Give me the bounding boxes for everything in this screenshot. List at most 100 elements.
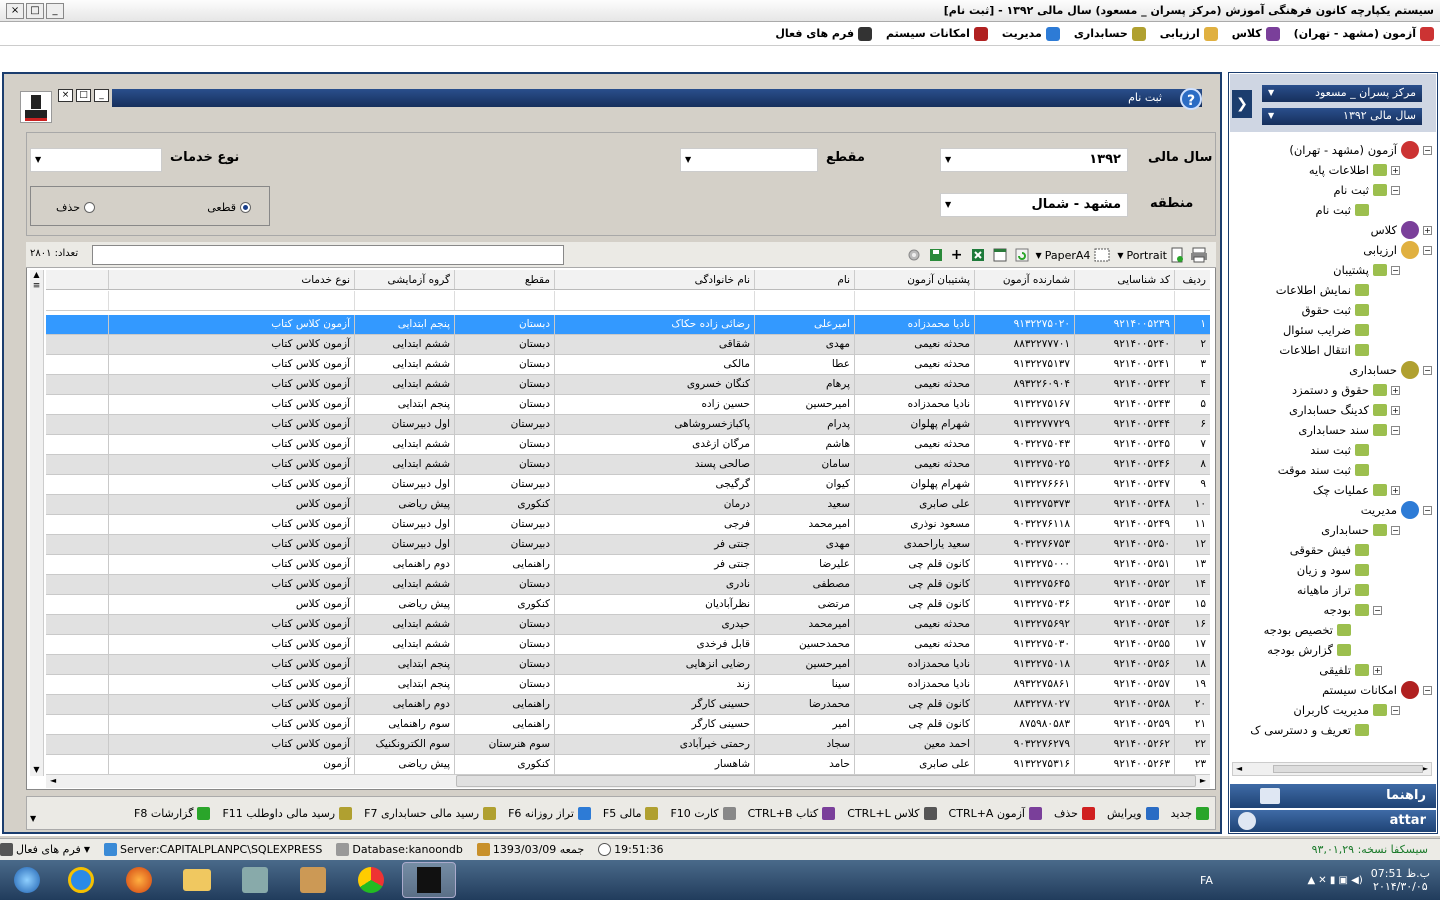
action-button-4[interactable]: کلاس CTRL+L bbox=[847, 806, 937, 820]
table-row[interactable]: ۹ ۹۲۱۴۰۰۵۲۴۷ ۹۱۳۲۲۷۶۶۶۱ شهرام پهلوان کیوان گر… bbox=[46, 475, 1210, 495]
tray-clock[interactable]: ب.ظ 07:51 ۲۰۱۴/۳۰/۰۵ bbox=[1371, 867, 1430, 893]
table-row[interactable]: ۸ ۹۲۱۴۰۰۵۲۴۶ ۹۱۳۲۲۷۵۰۲۵ محدثه نعیمی سامان صال… bbox=[46, 455, 1210, 475]
close-button[interactable]: × bbox=[6, 2, 24, 19]
column-header[interactable]: ردیف bbox=[1174, 270, 1210, 289]
action-button-10[interactable]: رسید مالی داوطلب F11 bbox=[222, 806, 353, 820]
service-select[interactable]: ▼ bbox=[30, 148, 162, 172]
table-row[interactable]: ۱۷ ۹۲۱۴۰۰۵۲۵۵ ۹۱۳۲۲۷۵۰۳۰ محدثه نعیمی محمدحسی… bbox=[46, 635, 1210, 655]
year-select[interactable]: ۱۳۹۲ ▼ bbox=[940, 148, 1128, 172]
menu-item-6[interactable]: فرم های فعال bbox=[775, 26, 873, 41]
active-forms-menu[interactable]: فرم های فعال ▼ bbox=[0, 843, 90, 856]
refresh-button[interactable] bbox=[1014, 244, 1030, 266]
column-filter-cell[interactable] bbox=[1074, 291, 1174, 310]
taskbar-explorer[interactable] bbox=[170, 862, 224, 898]
tree-node[interactable]: − حسابداری bbox=[1232, 520, 1432, 540]
tree-node[interactable]: ثبت حقوق bbox=[1232, 300, 1432, 320]
table-row[interactable]: ۷ ۹۲۱۴۰۰۵۲۴۵ ۹۰۳۲۲۷۵۰۴۳ محدثه نعیمی هاشم مرگا… bbox=[46, 435, 1210, 455]
column-header[interactable]: نام bbox=[754, 270, 854, 289]
tree-node[interactable]: + اطلاعات پایه bbox=[1232, 160, 1432, 180]
tree-node[interactable]: ثبت سند bbox=[1232, 440, 1432, 460]
collapse-panel-button[interactable]: ❯ bbox=[1232, 90, 1252, 118]
table-row[interactable]: ۱۳ ۹۲۱۴۰۰۵۲۵۱ ۹۱۳۲۲۷۵۰۰۰ کانون قلم چی علیرضا… bbox=[46, 555, 1210, 575]
grid-search-input[interactable] bbox=[92, 245, 564, 265]
menu-item-0[interactable]: آزمون (مشهد - تهران) bbox=[1294, 26, 1434, 41]
action-button-2[interactable]: حذف bbox=[1054, 806, 1095, 820]
table-row[interactable]: ۲۲ ۹۲۱۴۰۰۵۲۶۲ ۹۰۳۲۲۷۶۲۷۹ احمد معین سجاد رحمتی… bbox=[46, 735, 1210, 755]
action-button-7[interactable]: مالی F5 bbox=[603, 806, 659, 820]
add-row-button[interactable]: + bbox=[950, 244, 964, 266]
action-bar-scroll-icon[interactable]: ▼ bbox=[30, 814, 36, 823]
tree-node[interactable]: ثبت سند موقت bbox=[1232, 460, 1432, 480]
action-button-6[interactable]: کارت F10 bbox=[670, 806, 736, 820]
collapse-icon[interactable]: − bbox=[1423, 505, 1432, 515]
action-button-3[interactable]: آزمون CTRL+A bbox=[949, 806, 1042, 820]
column-filter-cell[interactable] bbox=[974, 291, 1074, 310]
column-filter-cell[interactable] bbox=[354, 291, 454, 310]
layout-button[interactable] bbox=[992, 244, 1008, 266]
tree-node[interactable]: − سند حسابداری bbox=[1232, 420, 1432, 440]
table-row[interactable]: ۱ ۹۲۱۴۰۰۵۲۳۹ ۹۱۳۲۲۷۵۰۲۰ نادیا محمدزاده امیرع… bbox=[46, 315, 1210, 335]
column-header[interactable]: گروه آزمایشی bbox=[354, 270, 454, 289]
tree-node[interactable]: فیش حقوقی bbox=[1232, 540, 1432, 560]
collapse-icon[interactable]: − bbox=[1391, 185, 1400, 195]
minimize-button[interactable]: _ bbox=[46, 2, 64, 19]
tree-node[interactable]: سود و زیان bbox=[1232, 560, 1432, 580]
action-button-11[interactable]: گزارشات F8 bbox=[134, 806, 211, 820]
taskbar-chrome[interactable] bbox=[344, 862, 398, 898]
help-section-button[interactable]: راهنما bbox=[1230, 784, 1436, 808]
tree-node[interactable]: ضرایب سئوال bbox=[1232, 320, 1432, 340]
action-button-1[interactable]: ویرایش bbox=[1107, 806, 1159, 820]
tree-node[interactable]: انتقال اطلاعات bbox=[1232, 340, 1432, 360]
action-button-5[interactable]: کتاب CTRL+B bbox=[748, 806, 836, 820]
expand-icon[interactable]: + bbox=[1391, 385, 1400, 395]
vertical-scrollbar[interactable]: ▲ ≡ ▼ bbox=[30, 270, 44, 776]
taskbar-kanoon-active[interactable] bbox=[402, 862, 456, 898]
tree-node[interactable]: + تلفیقی bbox=[1232, 660, 1432, 680]
menu-item-3[interactable]: حسابداری bbox=[1074, 26, 1146, 41]
tree-node[interactable]: نمایش اطلاعات bbox=[1232, 280, 1432, 300]
radio-final[interactable]: قطعی bbox=[207, 201, 251, 214]
table-row[interactable]: ۴ ۹۲۱۴۰۰۵۲۴۲ ۸۹۳۲۲۶۰۹۰۴ محدثه نعیمی پرهام کنگ… bbox=[46, 375, 1210, 395]
tree-node[interactable]: ثبت نام bbox=[1232, 200, 1432, 220]
tree-node[interactable]: − آزمون (مشهد - تهران) bbox=[1232, 140, 1432, 160]
horizontal-scroll-thumb[interactable] bbox=[456, 775, 1196, 787]
action-button-0[interactable]: جدید bbox=[1171, 806, 1209, 820]
expand-icon[interactable]: + bbox=[1391, 165, 1400, 175]
tree-node[interactable]: − مدیریت bbox=[1232, 500, 1432, 520]
column-header[interactable]: نوع خدمات bbox=[108, 270, 354, 289]
menu-item-2[interactable]: ارزیابی bbox=[1160, 26, 1218, 41]
settings-button[interactable] bbox=[906, 244, 922, 266]
center-select[interactable]: مرکز پسران _ مسعود ▼ bbox=[1262, 85, 1422, 102]
tree-node[interactable]: تخصیص بودجه bbox=[1232, 620, 1432, 640]
tray-icons[interactable]: ▲ ✕ ▮ ▣ ◀) bbox=[1307, 875, 1362, 886]
column-filter-cell[interactable] bbox=[854, 291, 974, 310]
column-filter-cell[interactable] bbox=[554, 291, 754, 310]
expand-icon[interactable]: + bbox=[1373, 665, 1382, 675]
column-filter-cell[interactable] bbox=[108, 291, 354, 310]
tree-node[interactable]: تعریف و دسترسی ک bbox=[1232, 720, 1432, 740]
table-row[interactable]: ۱۶ ۹۲۱۴۰۰۵۲۵۴ ۹۱۳۲۲۷۵۶۹۲ محدثه نعیمی امیرمحم… bbox=[46, 615, 1210, 635]
taskbar-ie[interactable] bbox=[54, 862, 108, 898]
radio-delete[interactable]: حذف bbox=[56, 201, 95, 214]
collapse-icon[interactable]: − bbox=[1391, 265, 1400, 275]
grade-select[interactable]: ▼ bbox=[680, 148, 818, 172]
collapse-icon[interactable]: − bbox=[1423, 685, 1432, 695]
collapse-icon[interactable]: − bbox=[1373, 605, 1382, 615]
table-row[interactable]: ۲۱ ۹۲۱۴۰۰۵۲۵۹ ۸۷۵۹۸۰۵۸۳ کانون قلم چی امیر حسی… bbox=[46, 715, 1210, 735]
menu-item-4[interactable]: مدیریت bbox=[1002, 26, 1060, 41]
table-row[interactable]: ۲ ۹۲۱۴۰۰۵۲۴۰ ۸۸۳۲۲۷۷۷۰۱ محدثه نعیمی مهدی شقاق… bbox=[46, 335, 1210, 355]
taskbar-tools[interactable] bbox=[228, 862, 282, 898]
column-header[interactable]: پشتیبان آزمون bbox=[854, 270, 974, 289]
table-row[interactable]: ۱۵ ۹۲۱۴۰۰۵۲۵۳ ۹۱۳۲۲۷۵۰۳۶ کانون قلم چی مرتضی ن… bbox=[46, 595, 1210, 615]
tree-node[interactable]: − مدیریت کاربران bbox=[1232, 700, 1432, 720]
table-row[interactable]: ۲۰ ۹۲۱۴۰۰۵۲۵۸ ۸۸۳۲۲۷۸۰۲۷ کانون قلم چی محمدرض… bbox=[46, 695, 1210, 715]
form-minimize-button[interactable]: _ bbox=[94, 89, 109, 102]
column-header[interactable]: کد شناسایی bbox=[1074, 270, 1174, 289]
column-filter-cell[interactable] bbox=[454, 291, 554, 310]
column-header[interactable]: نام خانوادگی bbox=[554, 270, 754, 289]
table-row[interactable]: ۱۱ ۹۲۱۴۰۰۵۲۴۹ ۹۰۳۲۲۷۶۱۱۸ مسعود نوذری امیرمحم… bbox=[46, 515, 1210, 535]
table-row[interactable]: ۱۲ ۹۲۱۴۰۰۵۲۵۰ ۹۰۳۲۲۷۶۷۵۳ سعید یاراحمدی مهدی ج… bbox=[46, 535, 1210, 555]
tree-node[interactable]: − ارزیابی bbox=[1232, 240, 1432, 260]
expand-icon[interactable]: + bbox=[1423, 225, 1432, 235]
language-indicator[interactable]: FA bbox=[1200, 874, 1213, 887]
